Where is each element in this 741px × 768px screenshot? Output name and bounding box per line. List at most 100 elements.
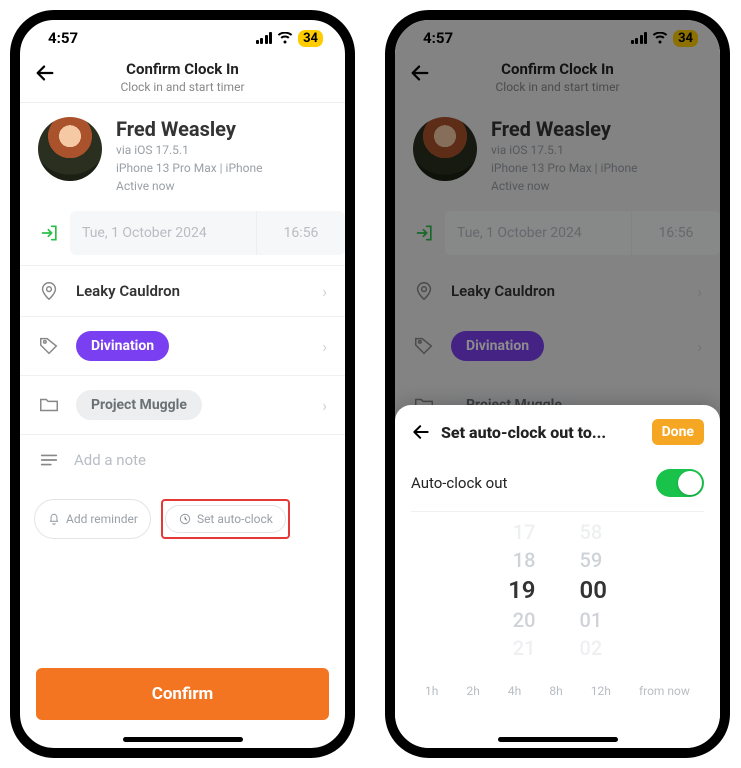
add-reminder-chip[interactable]: Add reminder	[34, 499, 151, 539]
login-icon	[405, 211, 445, 255]
header: Confirm Clock In Clock in and start time…	[395, 56, 720, 103]
done-button[interactable]: Done	[652, 419, 704, 445]
confirm-button[interactable]: Confirm	[36, 668, 329, 720]
datetime-row: Tue, 1 October 2024 16:56	[395, 211, 720, 255]
autoclock-sheet: Set auto-clock out to... Done Auto-clock…	[395, 405, 720, 748]
screen-main: Confirm Clock In Clock in and start time…	[20, 56, 345, 553]
datetime-row: Tue, 1 October 2024 16:56	[20, 211, 345, 255]
chevron-right-icon: ›	[322, 282, 327, 301]
preset-1h[interactable]: 1h	[425, 684, 438, 698]
home-indicator[interactable]	[123, 737, 243, 742]
page-subtitle: Clock in and start timer	[395, 80, 720, 94]
battery-badge: 34	[298, 30, 323, 47]
cellular-icon	[631, 32, 648, 44]
clock-icon	[178, 512, 192, 526]
preset-2h[interactable]: 2h	[466, 684, 479, 698]
picker-min: 01	[580, 608, 603, 632]
tag-row[interactable]: Divination ›	[395, 316, 720, 375]
header: Confirm Clock In Clock in and start time…	[20, 56, 345, 103]
picker-min: 58	[580, 520, 603, 544]
chip-row: Add reminder Set auto-clock	[20, 485, 345, 553]
location-label: Leaky Cauldron	[76, 282, 308, 300]
sheet-title: Set auto-clock out to...	[441, 423, 606, 442]
chevron-right-icon: ›	[697, 337, 702, 356]
profile-name: Fred Weasley	[491, 117, 637, 141]
status-bar: 4:57 34	[395, 20, 720, 56]
picker-min: 02	[580, 636, 603, 660]
wifi-icon	[652, 32, 668, 44]
note-icon	[38, 449, 60, 471]
bell-icon	[47, 512, 61, 526]
chevron-right-icon: ›	[697, 282, 702, 301]
profile-name: Fred Weasley	[116, 117, 262, 141]
reminder-chip-label: Add reminder	[66, 512, 138, 526]
toggle-label: Auto-clock out	[411, 474, 507, 492]
profile-block: Fred Weasley via iOS 17.5.1 iPhone 13 Pr…	[395, 103, 720, 205]
phone-left: 4:57 34 Confirm Clock In Clock in and st…	[10, 10, 355, 758]
chevron-right-icon: ›	[322, 337, 327, 356]
chevron-right-icon: ›	[322, 396, 327, 415]
page-subtitle: Clock in and start timer	[20, 80, 345, 94]
picker-min: 59	[580, 548, 603, 572]
project-pill: Project Muggle	[76, 390, 202, 420]
date-field[interactable]: Tue, 1 October 2024	[445, 211, 632, 255]
folder-icon	[38, 394, 62, 416]
status-time: 4:57	[48, 29, 78, 47]
login-icon	[30, 211, 70, 255]
time-picker[interactable]: 17 58 18 59 19 00 20 01 21 02	[411, 512, 704, 672]
back-button[interactable]	[34, 62, 56, 84]
battery-badge: 34	[673, 30, 698, 47]
project-row[interactable]: Project Muggle ›	[20, 375, 345, 434]
picker-hour: 17	[513, 520, 536, 544]
time-field[interactable]: 16:56	[632, 211, 720, 255]
tag-icon	[38, 335, 62, 357]
cellular-icon	[256, 32, 273, 44]
date-field[interactable]: Tue, 1 October 2024	[70, 211, 257, 255]
location-icon	[413, 280, 437, 302]
tag-row[interactable]: Divination ›	[20, 316, 345, 375]
quick-presets: 1h 2h 4h 8h 12h from now	[411, 684, 704, 698]
preset-8h[interactable]: 8h	[549, 684, 562, 698]
picker-min-selected: 00	[580, 576, 607, 604]
profile-status: Active now	[491, 177, 637, 195]
highlight-box: Set auto-clock	[161, 499, 290, 539]
note-row[interactable]: Add a note	[20, 434, 345, 485]
profile-device: iPhone 13 Pro Max | iPhone	[491, 159, 637, 177]
autoclock-toggle-row: Auto-clock out	[411, 461, 704, 512]
screen-main-dimmed: Confirm Clock In Clock in and start time…	[395, 56, 720, 434]
location-icon	[38, 280, 62, 302]
preset-12h[interactable]: 12h	[591, 684, 611, 698]
preset-fromnow[interactable]: from now	[639, 684, 690, 698]
profile-block: Fred Weasley via iOS 17.5.1 iPhone 13 Pr…	[20, 103, 345, 205]
location-label: Leaky Cauldron	[451, 282, 683, 300]
tag-pill: Divination	[76, 331, 169, 361]
avatar	[413, 117, 477, 181]
page-title: Confirm Clock In	[395, 60, 720, 78]
profile-via: via iOS 17.5.1	[116, 141, 262, 159]
sheet-back-button[interactable]	[411, 422, 431, 442]
picker-hour: 18	[513, 548, 536, 572]
location-row[interactable]: Leaky Cauldron ›	[395, 265, 720, 316]
avatar	[38, 117, 102, 181]
set-autoclock-chip[interactable]: Set auto-clock	[165, 505, 286, 533]
status-right: 34	[631, 30, 698, 47]
picker-hour: 20	[513, 608, 536, 632]
location-row[interactable]: Leaky Cauldron ›	[20, 265, 345, 316]
time-field[interactable]: 16:56	[257, 211, 345, 255]
profile-status: Active now	[116, 177, 262, 195]
picker-hour-selected: 19	[508, 576, 535, 604]
back-button[interactable]	[409, 62, 431, 84]
tag-pill: Divination	[451, 331, 544, 361]
autoclock-toggle[interactable]	[656, 469, 704, 497]
page-title: Confirm Clock In	[20, 60, 345, 78]
preset-4h[interactable]: 4h	[508, 684, 521, 698]
picker-hour: 21	[513, 636, 536, 660]
home-indicator[interactable]	[498, 737, 618, 742]
note-placeholder: Add a note	[74, 451, 146, 469]
status-bar: 4:57 34	[20, 20, 345, 56]
status-right: 34	[256, 30, 323, 47]
profile-via: via iOS 17.5.1	[491, 141, 637, 159]
phone-right: 4:57 34 Confirm Clock In Clock in and st…	[385, 10, 730, 758]
autoclock-chip-label: Set auto-clock	[197, 512, 273, 526]
wifi-icon	[277, 32, 293, 44]
